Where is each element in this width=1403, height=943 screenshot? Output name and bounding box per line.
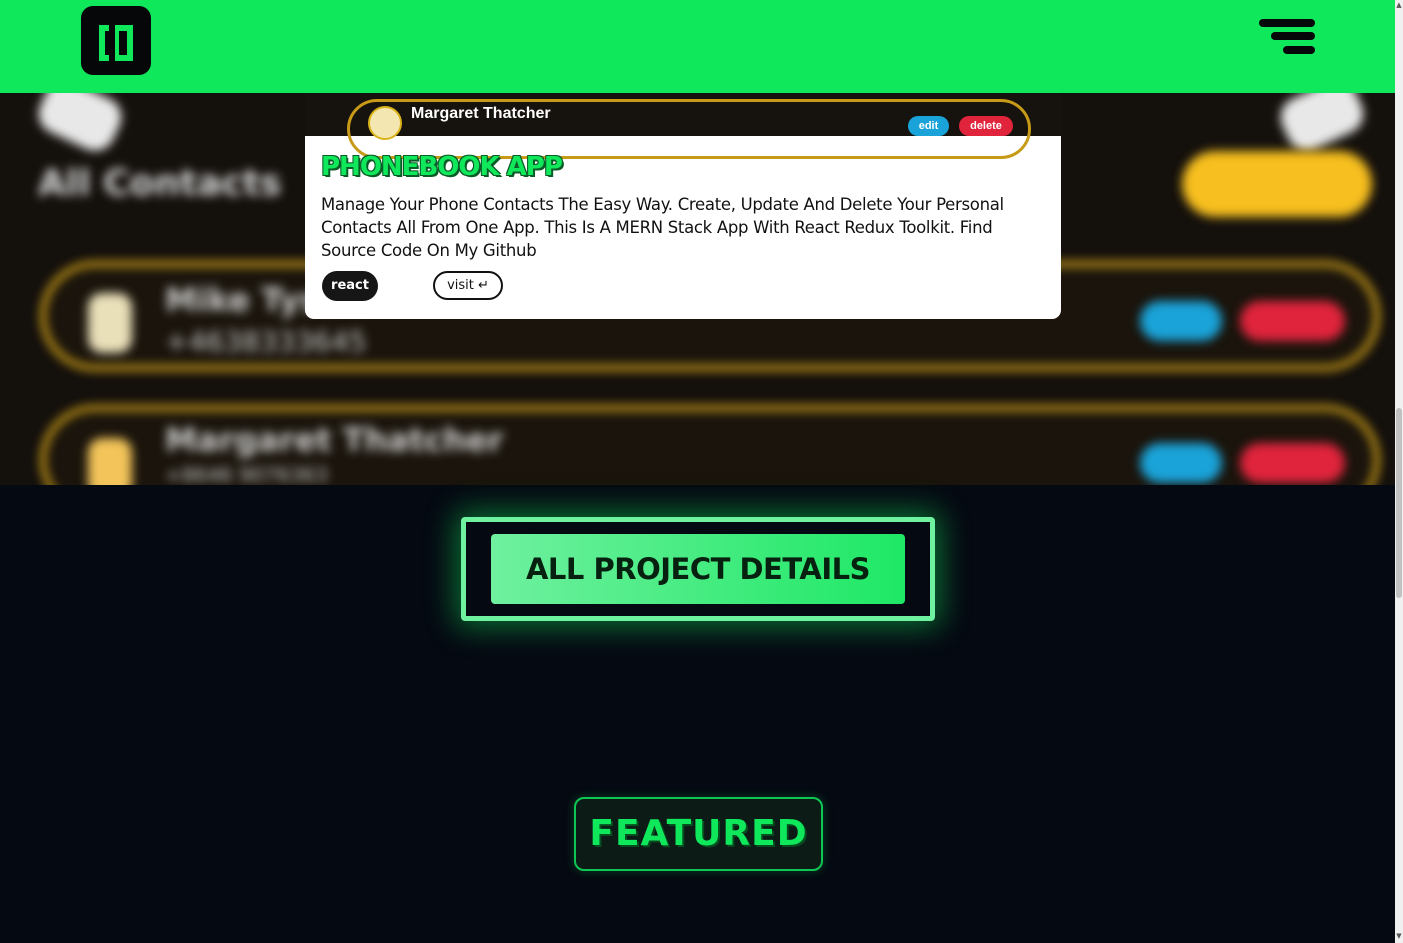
project-screenshot: Margaret Thatcher edit delete [305,93,1061,159]
preview-contact-name: Margaret Thatcher [411,105,551,122]
project-description: Manage Your Phone Contacts The Easy Way.… [321,195,1004,260]
bg-contact-phone: +4638333645 [165,325,367,358]
preview-delete-button: delete [959,116,1013,136]
project-card: Margaret Thatcher edit delete PHONEBOOK … [305,93,1061,319]
brand-logo-icon[interactable] [81,6,151,75]
scroll-thumb[interactable] [1396,408,1402,598]
featured-heading-badge: FEATURED [574,797,823,871]
bg-contact-phone: +8646 9076363 [165,463,329,485]
all-project-details-button[interactable]: ALL PROJECT DETAILS [491,534,905,604]
bg-avatar [88,438,132,485]
bg-contact-name: Margaret Thatcher [165,421,504,459]
featured-label: FEATURED [589,813,808,854]
project-title: PHONEBOOK APP [321,152,563,182]
scroll-up-arrow-icon[interactable]: ▲ [1395,0,1403,10]
bg-delete-button [1240,443,1345,483]
scroll-down-arrow-icon[interactable]: ▼ [1395,931,1403,941]
details-button-frame: ALL PROJECT DETAILS [461,517,935,621]
bg-edit-button [1140,443,1222,483]
bg-avatar [88,293,132,353]
bg-title: All Contacts [38,163,282,204]
preview-edit-button: edit [908,116,949,136]
hamburger-menu-icon[interactable] [1257,19,1315,55]
top-navbar [0,0,1395,93]
bg-create-button [1182,151,1372,217]
visit-link-button[interactable]: visit ↵ [433,271,503,300]
bg-delete-button [1240,301,1345,341]
page-scrollbar[interactable]: ▲ ▼ [1395,0,1403,943]
hand-decoration-left [32,93,128,158]
hand-decoration-right [1274,93,1370,158]
tech-tag-react: react [322,271,378,301]
bg-edit-button [1140,301,1222,341]
logo-mark [99,25,133,61]
preview-avatar [368,106,402,140]
page: All Contacts Mike Tyson +4638333645 Marg… [0,0,1395,943]
